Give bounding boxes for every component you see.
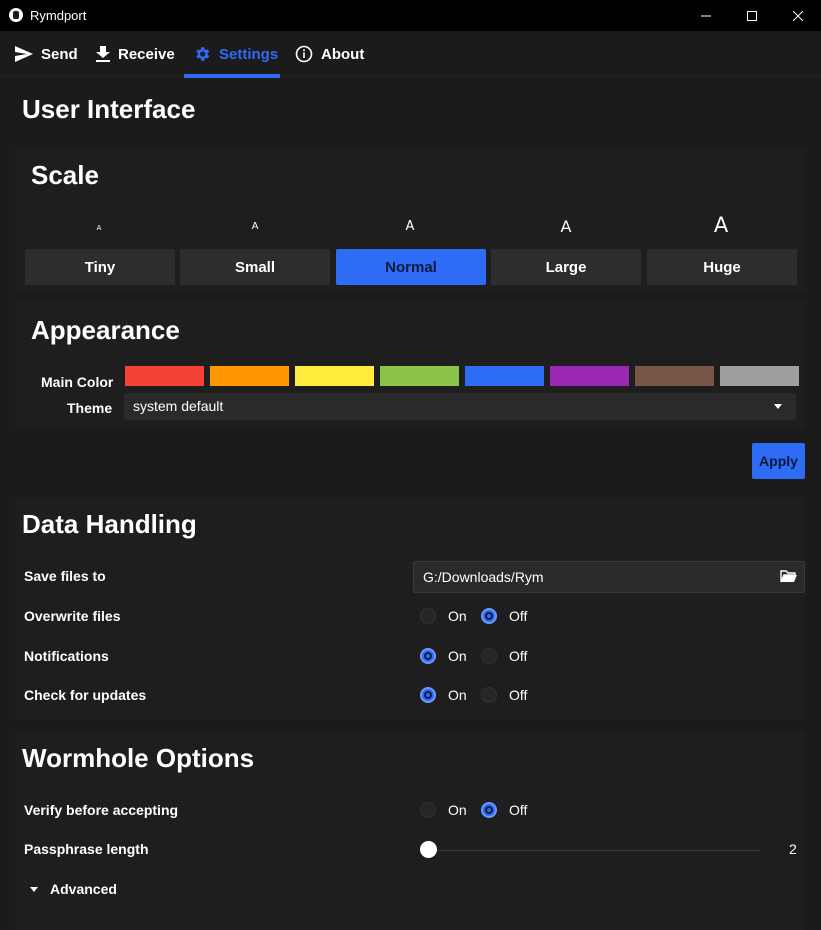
tab-about[interactable]: About (295, 31, 364, 77)
scale-heading: Scale (31, 160, 99, 190)
advanced-label: Advanced (50, 881, 117, 897)
notifications-on-label: On (448, 648, 467, 664)
color-swatch[interactable] (125, 366, 204, 386)
theme-select-value: system default (133, 398, 224, 414)
color-swatch[interactable] (550, 366, 629, 386)
tab-about-label: About (321, 45, 365, 63)
minimize-button[interactable] (683, 0, 729, 31)
chevron-down-icon (774, 404, 782, 409)
passphrase-slider-track[interactable] (428, 850, 761, 851)
updates-on-label: On (448, 687, 467, 703)
passphrase-label: Passphrase length (24, 841, 149, 857)
notifications-label: Notifications (24, 648, 109, 664)
save-path-value: G:/Downloads/Rym (423, 569, 544, 585)
tab-settings-label: Settings (219, 45, 279, 63)
scale-button-huge[interactable]: Huge (647, 249, 797, 285)
close-button[interactable] (775, 0, 821, 31)
advanced-toggle[interactable]: Advanced (30, 881, 117, 897)
tab-receive-label: Receive (118, 45, 175, 63)
folder-open-icon (780, 570, 797, 583)
scale-button-normal[interactable]: Normal (336, 249, 486, 285)
download-icon (96, 46, 110, 62)
theme-select[interactable]: system default (124, 393, 796, 420)
notifications-off-label: Off (509, 648, 528, 664)
scale-preview-normal: A (405, 219, 415, 234)
scale-button-tiny[interactable]: Tiny (25, 249, 175, 285)
data-handling-heading: Data Handling (22, 509, 197, 539)
notifications-on-radio[interactable] (420, 648, 436, 664)
verify-on-label: On (448, 802, 467, 818)
scale-preview-small: A (251, 221, 259, 232)
window-title: Rymdport (30, 8, 87, 23)
scale-card: Scale A A A A A Tiny Small Normal Large … (15, 148, 805, 291)
maximize-icon (747, 10, 757, 21)
tab-send-label: Send (41, 45, 78, 63)
overwrite-files-label: Overwrite files (24, 608, 121, 624)
tab-send[interactable]: Send (15, 31, 78, 77)
verify-off-label: Off (509, 802, 528, 818)
updates-on-radio[interactable] (420, 687, 436, 703)
save-files-label: Save files to (24, 568, 106, 584)
passphrase-slider-handle[interactable] (420, 841, 437, 858)
scale-button-small[interactable]: Small (180, 249, 330, 285)
app-logo-icon (9, 8, 23, 22)
appearance-heading: Appearance (31, 315, 180, 345)
close-icon (793, 10, 803, 21)
theme-label: Theme (67, 400, 113, 416)
send-icon (15, 46, 33, 62)
tab-bar: Send Receive Settings About (0, 31, 821, 77)
overwrite-off-radio[interactable] (481, 608, 497, 624)
user-interface-heading: User Interface (22, 94, 196, 124)
passphrase-value: 2 (789, 841, 797, 857)
scale-preview-large: A (560, 217, 572, 236)
wormhole-heading: Wormhole Options (22, 743, 255, 773)
verify-on-radio[interactable] (420, 802, 436, 818)
folder-open-button[interactable] (780, 568, 798, 589)
check-updates-label: Check for updates (24, 687, 147, 703)
overwrite-on-radio[interactable] (420, 608, 436, 624)
maximize-button[interactable] (729, 0, 775, 31)
tab-settings[interactable]: Settings (193, 31, 278, 77)
overwrite-off-label: Off (509, 608, 528, 624)
save-path-field[interactable]: G:/Downloads/Rym (413, 561, 805, 593)
color-swatch[interactable] (720, 366, 799, 386)
overwrite-on-label: On (448, 608, 467, 624)
scale-button-large[interactable]: Large (491, 249, 641, 285)
scale-preview-tiny: A (96, 224, 102, 232)
scale-preview-huge: A (713, 213, 729, 237)
scale-preview-row: A A A A A (15, 213, 805, 238)
chevron-down-icon (30, 886, 38, 892)
color-swatch-row (125, 366, 799, 386)
color-swatch[interactable] (635, 366, 714, 386)
settings-content[interactable]: User Interface Scale A A A A A Tiny Smal… (0, 78, 821, 930)
updates-off-label: Off (509, 687, 528, 703)
color-swatch[interactable] (465, 366, 544, 386)
verify-label: Verify before accepting (24, 802, 179, 818)
main-color-label: Main Color (41, 374, 114, 390)
verify-off-radio[interactable] (481, 802, 497, 818)
gear-icon (196, 47, 210, 61)
title-bar: Rymdport (0, 0, 821, 31)
color-swatch[interactable] (380, 366, 459, 386)
color-swatch[interactable] (295, 366, 374, 386)
apply-button[interactable]: Apply (752, 443, 805, 479)
updates-off-radio[interactable] (481, 687, 497, 703)
info-icon (295, 45, 313, 63)
notifications-off-radio[interactable] (481, 648, 497, 664)
color-swatch[interactable] (210, 366, 289, 386)
tab-receive[interactable]: Receive (96, 31, 175, 77)
minimize-icon (701, 15, 711, 16)
